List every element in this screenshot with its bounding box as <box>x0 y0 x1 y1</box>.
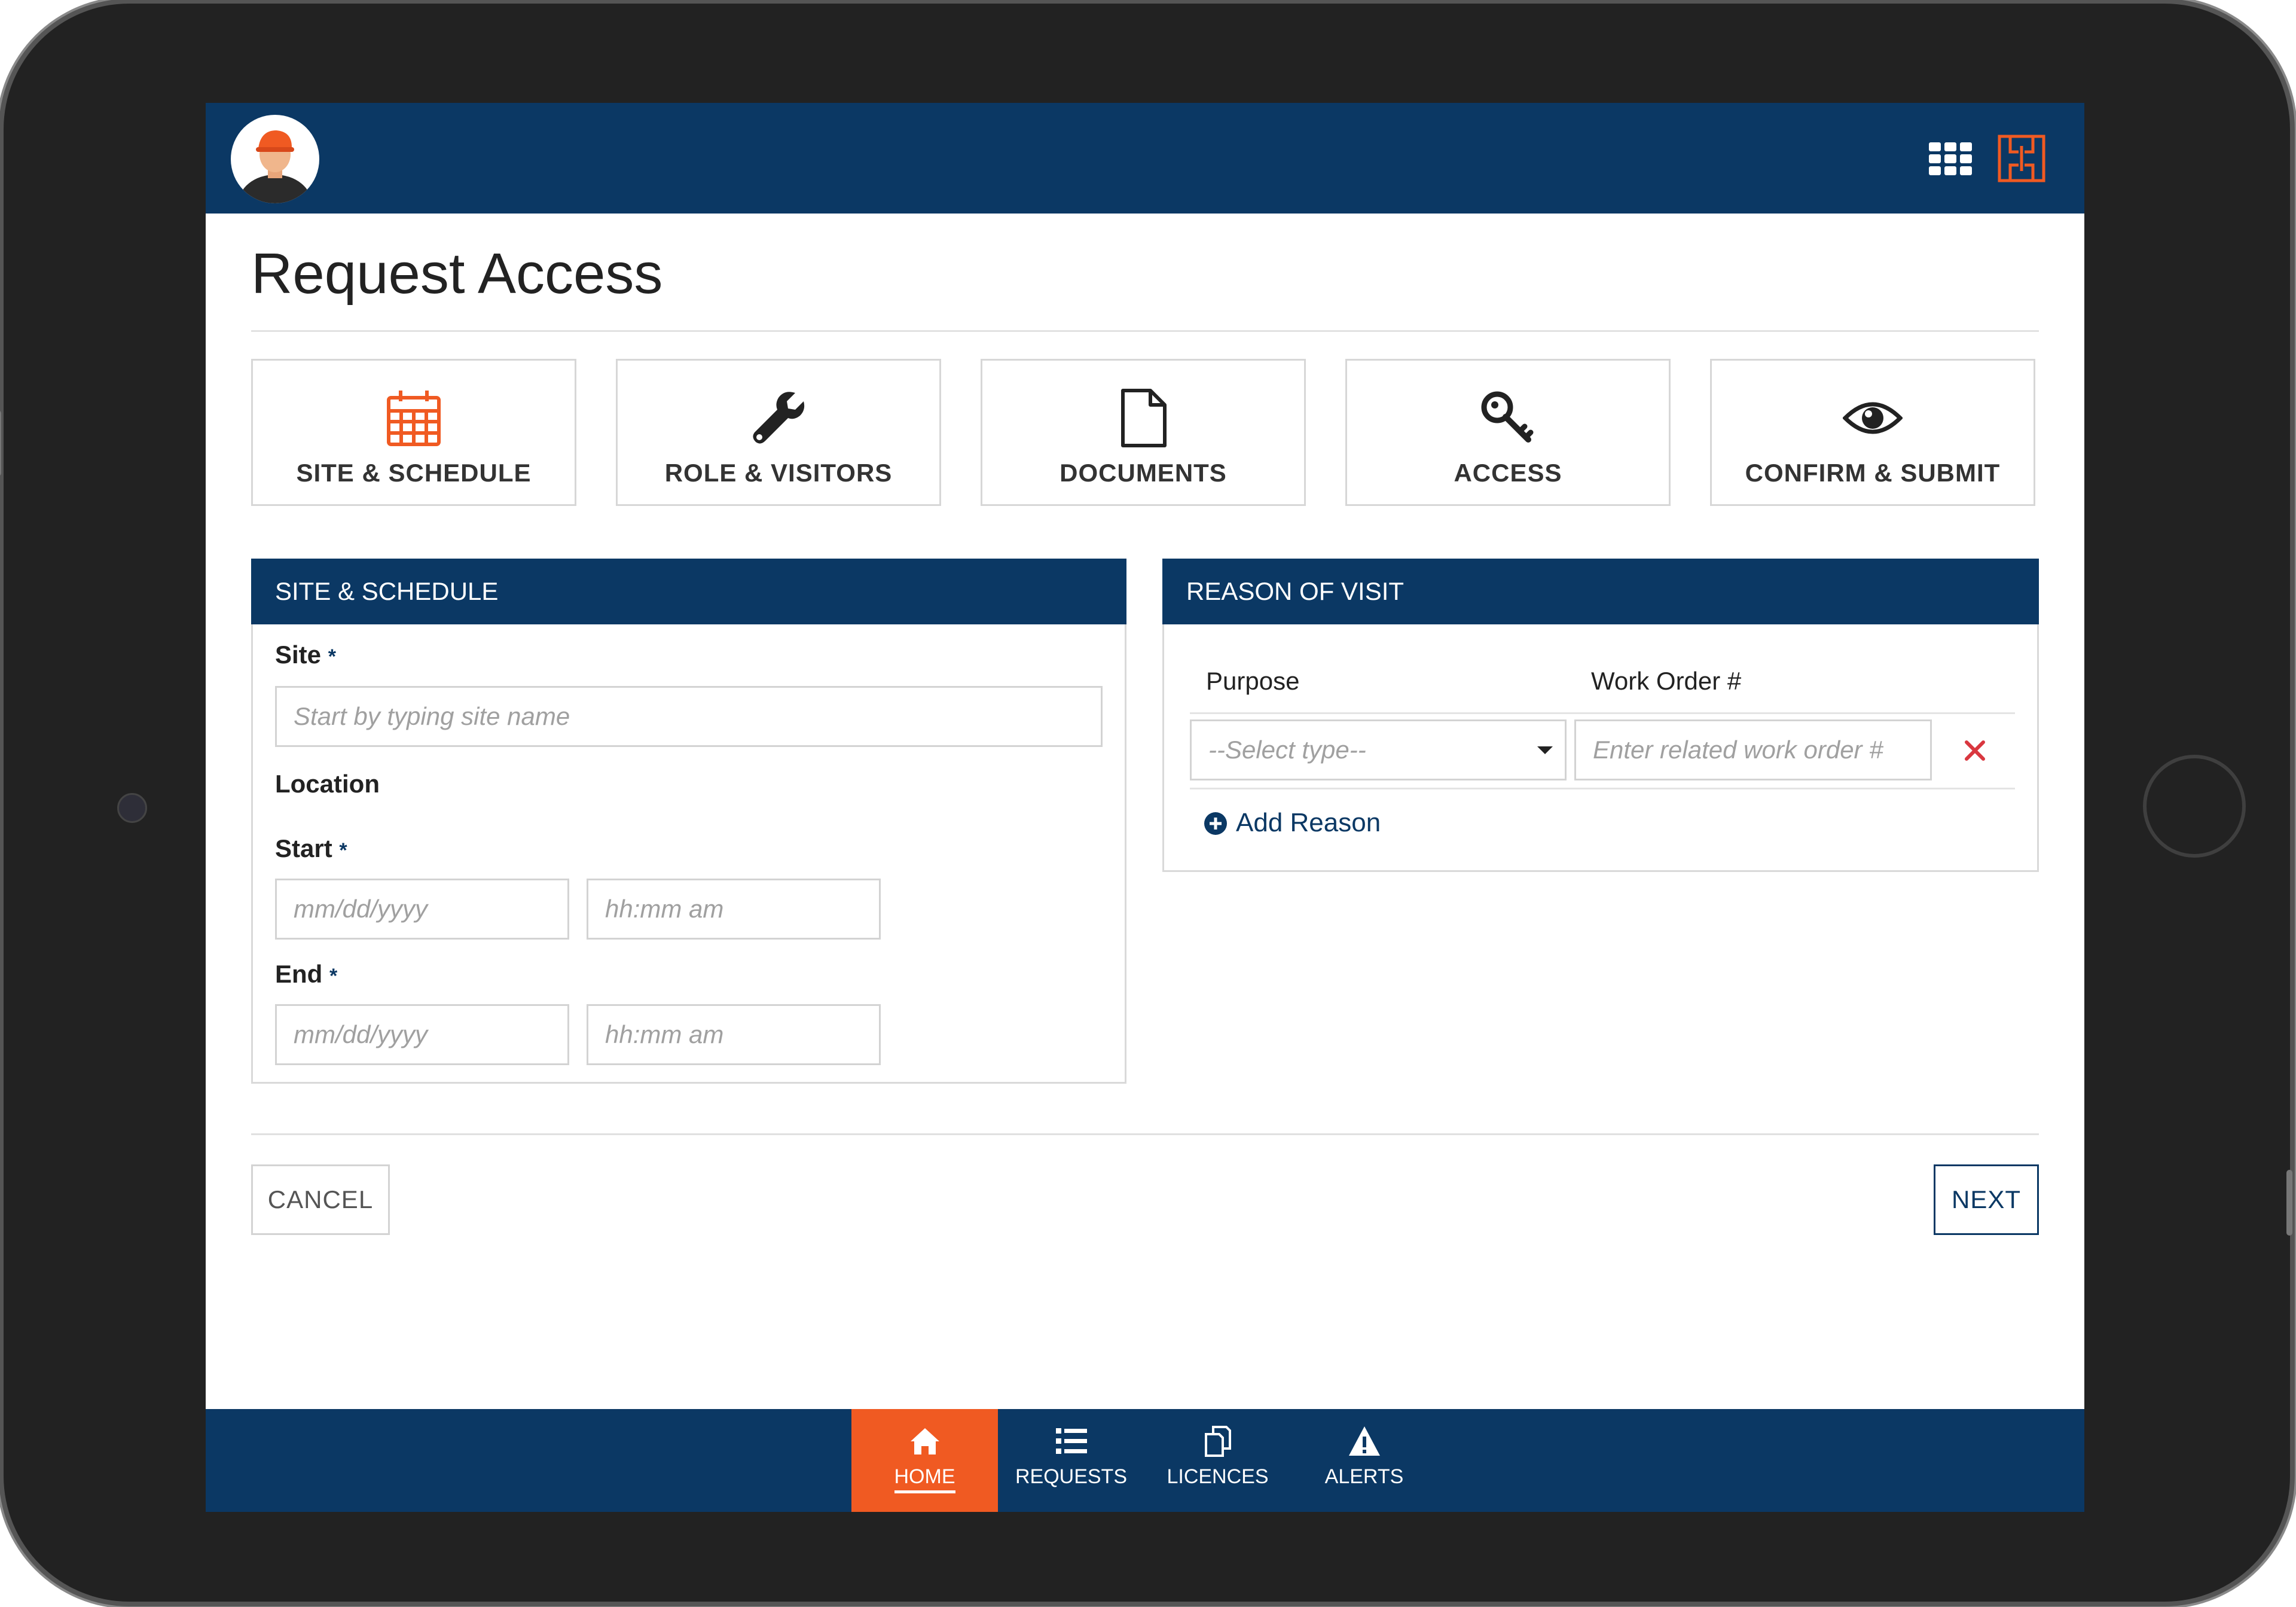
step-label: SITE & SCHEDULE <box>296 459 532 487</box>
panel-heading: SITE & SCHEDULE <box>251 559 1126 624</box>
step-access[interactable]: ACCESS <box>1345 359 1671 506</box>
step-documents[interactable]: DOCUMENTS <box>981 359 1306 506</box>
calendar-icon <box>387 391 441 446</box>
tablet-volume-button <box>2286 1170 2292 1236</box>
app-header <box>206 103 2084 214</box>
step-label: DOCUMENTS <box>1060 459 1227 487</box>
work-order-input[interactable]: Enter related work order # <box>1574 719 1932 780</box>
step-label: ACCESS <box>1454 459 1562 487</box>
key-icon <box>1481 391 1534 443</box>
cancel-button[interactable]: CANCEL <box>251 1164 390 1235</box>
bottom-navigation: HOME REQUESTS LICENCES ALERTS <box>206 1409 2084 1512</box>
step-confirm-submit[interactable]: CONFIRM & SUBMIT <box>1710 359 2035 506</box>
nav-alerts[interactable]: ALERTS <box>1291 1409 1437 1512</box>
required-marker: * <box>339 839 347 862</box>
end-label: End * <box>275 960 338 988</box>
nav-label: LICENCES <box>1167 1465 1269 1488</box>
remove-reason-icon[interactable] <box>1963 739 1987 763</box>
purpose-column-header: Purpose <box>1206 667 1300 695</box>
start-date-input[interactable]: mm/dd/yyyy <box>275 879 569 940</box>
required-marker: * <box>329 965 338 987</box>
title-divider <box>251 330 2039 332</box>
eye-icon <box>1843 402 1903 434</box>
site-input[interactable]: Start by typing site name <box>275 686 1103 747</box>
actions-divider <box>251 1133 2039 1135</box>
step-label: CONFIRM & SUBMIT <box>1745 459 2001 487</box>
required-marker: * <box>328 645 336 668</box>
table-header-divider <box>1190 712 2015 714</box>
panel-heading: REASON OF VISIT <box>1162 559 2039 624</box>
nav-licences[interactable]: LICENCES <box>1144 1409 1291 1512</box>
user-avatar-icon <box>238 130 312 203</box>
end-date-input[interactable]: mm/dd/yyyy <box>275 1004 569 1065</box>
app-screen: Request Access SITE & SCHEDULE ROLE & VI… <box>206 103 2084 1512</box>
next-button[interactable]: NEXT <box>1934 1164 2039 1235</box>
purpose-select[interactable]: --Select type-- <box>1190 719 1567 780</box>
location-label: Location <box>275 770 380 798</box>
add-reason-label: Add Reason <box>1236 808 1381 837</box>
table-row-divider <box>1190 788 2015 789</box>
licences-icon <box>1204 1426 1231 1457</box>
start-label: Start * <box>275 834 347 862</box>
site-schedule-panel: SITE & SCHEDULE Site * Start by typing s… <box>251 559 1126 1084</box>
end-time-input[interactable]: hh:mm am <box>587 1004 881 1065</box>
step-site-schedule[interactable]: SITE & SCHEDULE <box>251 359 576 506</box>
step-label: ROLE & VISITORS <box>664 459 893 487</box>
wrench-icon <box>753 392 805 444</box>
avatar[interactable] <box>231 115 319 203</box>
nav-label: ALERTS <box>1324 1465 1404 1488</box>
brand-logo-icon[interactable] <box>1997 134 2046 183</box>
reason-of-visit-panel: REASON OF VISIT Purpose Work Order # --S… <box>1162 559 2039 872</box>
nav-requests[interactable]: REQUESTS <box>998 1409 1144 1512</box>
site-label: Site * <box>275 641 336 669</box>
step-role-visitors[interactable]: ROLE & VISITORS <box>616 359 941 506</box>
work-order-column-header: Work Order # <box>1591 667 1742 695</box>
nav-home[interactable]: HOME <box>851 1409 998 1512</box>
device-home-button[interactable] <box>2143 755 2246 858</box>
home-icon <box>910 1428 939 1454</box>
chevron-down-icon <box>1537 746 1553 754</box>
camera-lens <box>117 793 147 823</box>
apps-grid-icon[interactable] <box>1929 142 1972 176</box>
nav-label: HOME <box>894 1465 955 1493</box>
document-icon <box>1121 389 1167 447</box>
start-time-input[interactable]: hh:mm am <box>587 879 881 940</box>
alert-icon <box>1348 1426 1380 1456</box>
tablet-side-button <box>0 410 1 476</box>
page-title: Request Access <box>251 242 663 306</box>
nav-label: REQUESTS <box>1015 1465 1128 1488</box>
plus-circle-icon <box>1204 812 1227 835</box>
list-icon <box>1055 1428 1087 1454</box>
